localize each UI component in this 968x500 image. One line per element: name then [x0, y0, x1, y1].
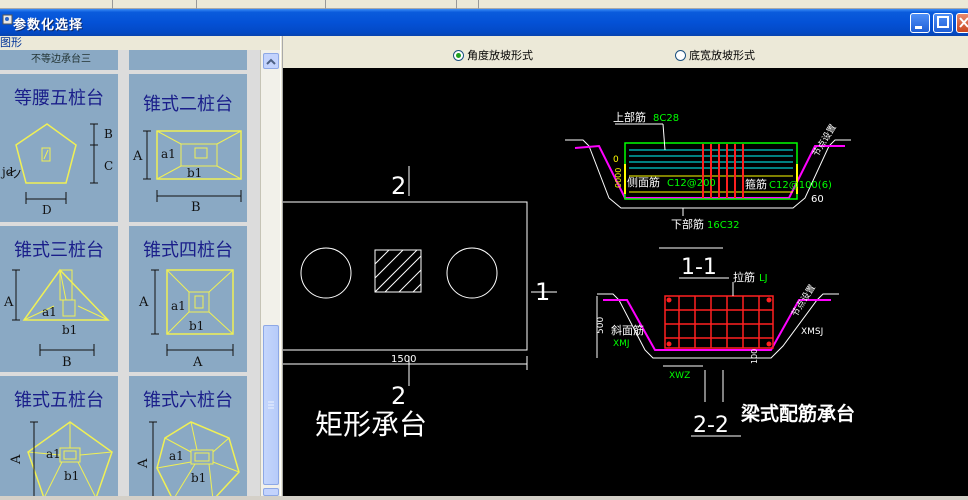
option-label: 底宽放坡形式 — [689, 49, 755, 62]
menu-graphics[interactable]: 图形 — [0, 36, 22, 50]
cone-six-diagram: A a1 b1 — [136, 421, 240, 496]
dim-label-a: A — [136, 458, 151, 469]
scroll-up-button[interactable] — [263, 53, 279, 69]
minimize-icon — [915, 26, 922, 29]
beam-cap-title: 梁式配筋承台 — [740, 402, 855, 425]
dim-width: 1500 — [391, 354, 416, 365]
dim-a: 0 — [613, 155, 619, 165]
scroll-down-button[interactable] — [263, 488, 279, 496]
chevron-up-icon — [266, 58, 276, 65]
section-mark-top: 2 — [391, 172, 406, 200]
label-stirrup: 箍筋 — [745, 177, 767, 191]
dim-label-a1: a1 — [42, 305, 57, 319]
section-2-2: 拉筋 LJ 500 斜面筋 XMJ XMSJ XWZ 100 节点设置 2-2 … — [596, 270, 855, 438]
cone-four-diagram: A a1 b1 A — [138, 269, 234, 370]
radio-checked-icon — [453, 49, 464, 61]
cad-drawing: 2 2 1 1500 矩形承台 上部筋 8C28 侧面筋 C12@200 箍筋 … — [280, 110, 855, 441]
rect-cap-title: 矩形承台 — [315, 408, 427, 441]
cone-three-diagram: A a1 b1 B — [3, 268, 110, 370]
dim-label-c: C — [104, 159, 113, 173]
minimize-button[interactable] — [910, 13, 930, 33]
dim-label-a1: a1 — [169, 449, 184, 463]
label-stirrup-val: C12@100(6) — [769, 180, 832, 191]
section-label-1-1: 1-1 — [681, 255, 717, 280]
dim-label-a: A — [138, 295, 149, 310]
window-title: 参数化选择 — [13, 18, 84, 33]
slope-option-bar: 角度放坡形式 底宽放坡形式 — [283, 36, 968, 68]
section-label-2-2: 2-2 — [693, 413, 729, 438]
gallery-scrollbar[interactable] — [260, 50, 280, 496]
dim-label-a: A — [132, 149, 143, 164]
label-slope-bar: 斜面筋 — [611, 323, 644, 337]
close-button[interactable] — [956, 13, 968, 33]
dim-label-b: A — [192, 355, 203, 370]
label-bottom-bar-val: 16C32 — [707, 220, 739, 231]
cone-two-diagram: A a1 b1 B — [132, 130, 242, 215]
parent-window-strip — [0, 0, 968, 9]
tile-stub-right[interactable] — [127, 50, 249, 72]
tile-cone-three-pile[interactable]: 锥式三桩台 A a1 b1 B — [0, 224, 120, 374]
rect-cap-plan: 2 2 1 1500 矩形承台 — [280, 166, 557, 441]
tile-stub-left[interactable]: 不等边承台三 — [0, 50, 120, 72]
tile-cone-six-pile[interactable]: 锥式六桩台 A a1 b1 — [127, 374, 249, 496]
radio-unchecked-icon — [675, 49, 686, 61]
label-xmsj: XMSJ — [801, 327, 823, 337]
tile-cone-five-pile[interactable]: 锥式五桩台 A a1 b1 — [0, 374, 120, 496]
option-base-width-slope[interactable]: 底宽放坡形式 — [675, 47, 755, 63]
label-xmj: XMJ — [613, 339, 630, 349]
close-icon — [959, 17, 968, 28]
label-tie-val: LJ — [759, 273, 768, 284]
cad-preview-canvas: 2 2 1 1500 矩形承台 上部筋 8C28 侧面筋 C12@200 箍筋 … — [280, 68, 968, 496]
dim-label-a: A — [3, 295, 14, 310]
dim-label-a1: a1 — [161, 147, 176, 161]
maximize-button[interactable] — [933, 13, 953, 33]
tile-stub-label: 不等边承台三 — [31, 54, 91, 65]
dim-label-b1: b1 — [189, 319, 204, 333]
tile-cone-four-pile[interactable]: 锥式四桩台 A a1 b1 A — [127, 224, 249, 374]
label-bottom-bar: 下部筋 — [671, 217, 704, 231]
window-titlebar: 参数化选择 — [0, 9, 968, 36]
label-xwz: XWZ — [669, 371, 690, 381]
label-angle: 60 — [811, 194, 824, 205]
section-mark-right: 1 — [535, 278, 550, 306]
template-gallery: 不等边承台三 等腰五桩台 B C D jd 锥式二桩台 A a1 b1 B 锥式… — [0, 50, 260, 496]
dim-100: 100 — [750, 349, 759, 364]
dim-label-a1: a1 — [46, 447, 61, 461]
label-side-bar: 侧面筋 — [627, 175, 660, 189]
dim-b: 0000 — [614, 168, 623, 188]
tile-isosceles-five-pile[interactable]: 等腰五桩台 B C D jd — [0, 72, 120, 224]
dim-label-b1: b1 — [187, 166, 202, 180]
tile-cone-two-pile[interactable]: 锥式二桩台 A a1 b1 B — [127, 72, 249, 224]
section-1-1: 上部筋 8C28 侧面筋 C12@200 箍筋 C12@100(6) 下部筋 1… — [565, 110, 851, 280]
dim-label-b: B — [191, 200, 201, 215]
dim-500: 500 — [596, 317, 606, 334]
pentagon-diagram: B C D jd — [0, 123, 113, 217]
grip-icon — [268, 401, 274, 409]
dim-label-b1: b1 — [62, 323, 77, 337]
option-angle-slope[interactable]: 角度放坡形式 — [453, 47, 533, 63]
label-tie: 拉筋 — [733, 270, 755, 284]
dim-label-b1: b1 — [64, 469, 79, 483]
maximize-icon — [937, 16, 949, 28]
option-label: 角度放坡形式 — [467, 49, 533, 62]
menubar: 图形 — [0, 36, 282, 50]
label-top-bar: 上部筋 — [613, 110, 646, 124]
dim-label-a1: a1 — [171, 299, 186, 313]
label-side-bar-val: C12@200 — [667, 178, 716, 189]
scroll-thumb[interactable] — [263, 325, 279, 485]
label-top-bar-val: 8C28 — [653, 113, 679, 124]
cone-five-diagram: A a1 b1 — [9, 421, 113, 496]
dim-label-jd: jd — [0, 165, 14, 179]
section-mark-bottom: 2 — [391, 382, 406, 410]
dim-label-b: B — [62, 355, 72, 370]
dim-label-b1: b1 — [191, 471, 206, 485]
dim-label-b: B — [104, 127, 113, 141]
dim-label-d: D — [42, 203, 52, 217]
dim-label-a: A — [9, 454, 24, 465]
